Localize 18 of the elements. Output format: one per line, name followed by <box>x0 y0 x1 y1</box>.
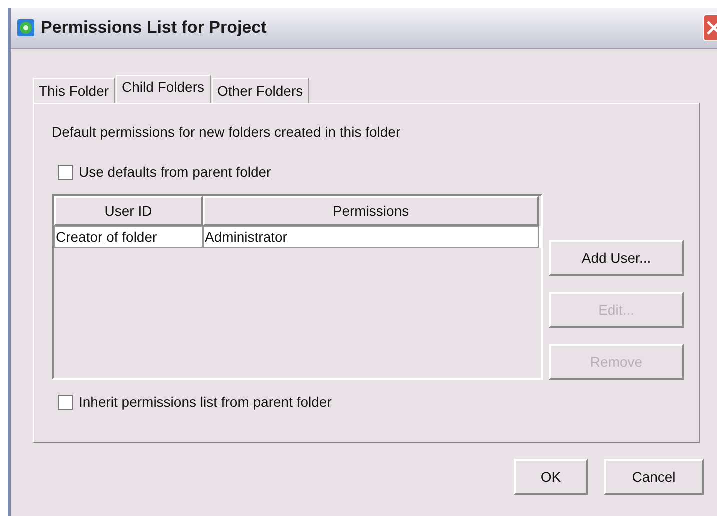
ok-button[interactable]: OK <box>514 459 588 495</box>
action-button[interactable]: Add User... <box>549 240 684 276</box>
tab[interactable]: Child Folders <box>116 75 211 103</box>
tab[interactable]: Other Folders <box>212 78 310 103</box>
close-icon[interactable] <box>703 14 717 42</box>
table-cell: Creator of folder <box>54 226 203 248</box>
window-title: Permissions List for Project <box>41 18 267 38</box>
app-icon <box>17 19 35 37</box>
column-header[interactable]: User ID <box>54 196 203 226</box>
checkbox-label: Use defaults from parent folder <box>79 164 272 180</box>
checkbox[interactable] <box>58 394 73 410</box>
cancel-button[interactable]: Cancel <box>604 459 704 495</box>
column-header[interactable]: Permissions <box>203 196 539 226</box>
checkbox-label: Inherit permissions list from parent folder <box>79 394 332 410</box>
tab[interactable]: This Folder <box>33 78 116 103</box>
checkbox[interactable] <box>58 164 73 180</box>
table-cell: Administrator <box>203 226 539 248</box>
description-text: Default permissions for new folders created in this folder <box>52 124 402 140</box>
